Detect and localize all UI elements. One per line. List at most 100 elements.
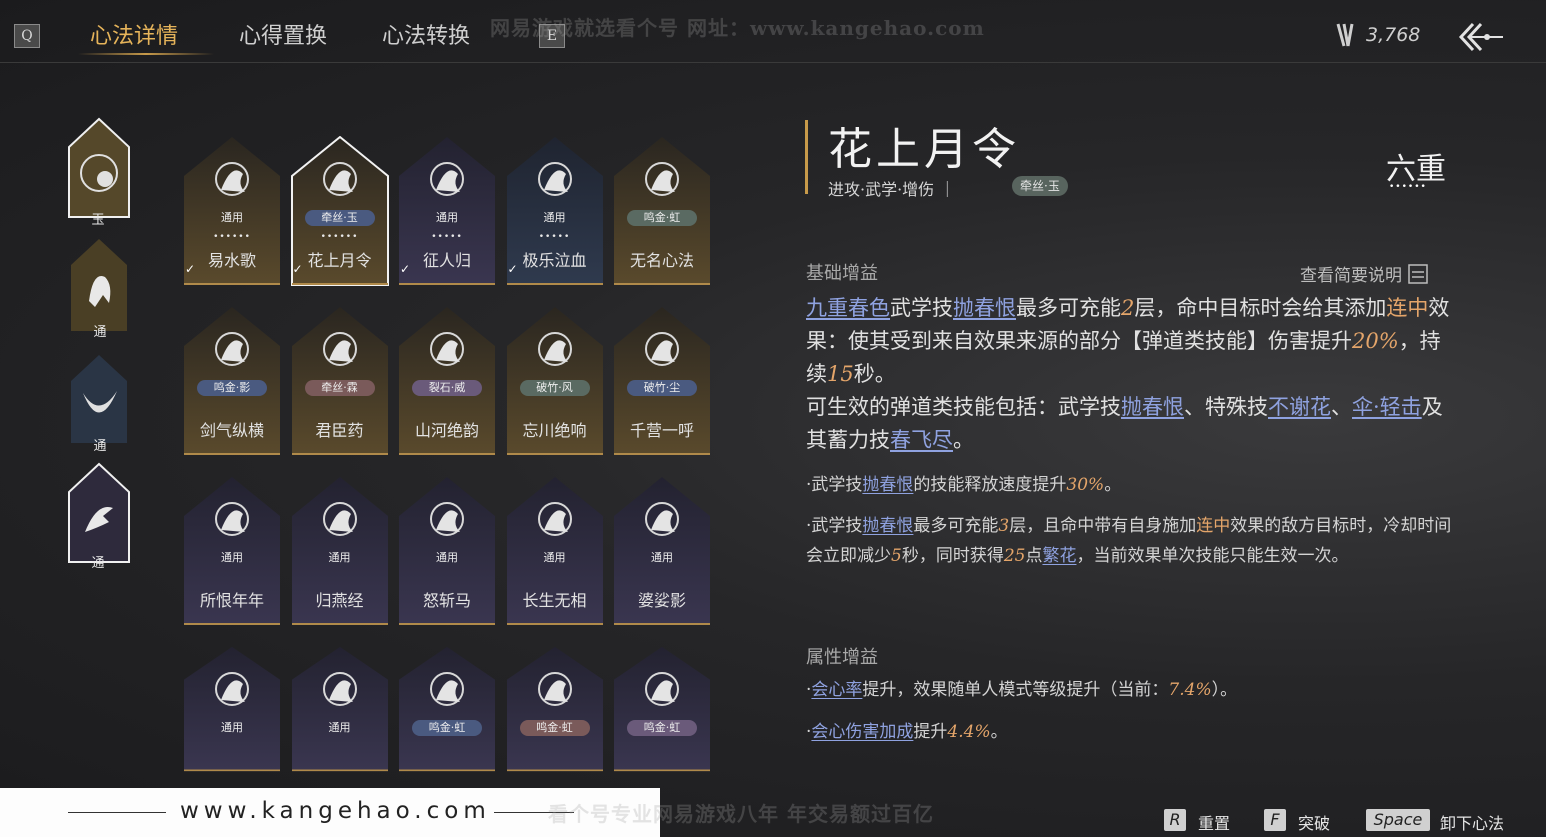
- detail-title: 花上月令: [828, 124, 1020, 175]
- method-name: 花上月令: [307, 251, 372, 270]
- method-art-icon: [430, 672, 464, 706]
- watermark-top: 网易游戏就选看个号 网址：www.kangehao.com: [490, 16, 985, 40]
- link-jiuchong: 九重春色: [806, 296, 890, 320]
- tab-convert[interactable]: 心法转换: [382, 18, 470, 50]
- side-slot-2[interactable]: 通: [69, 237, 131, 340]
- method-art-icon: [215, 332, 249, 366]
- active-tab-underline: [78, 53, 214, 55]
- method-card[interactable]: 通用: [183, 646, 281, 796]
- method-tag: 鸣金·影: [197, 380, 267, 396]
- key-f-hint[interactable]: F: [1264, 809, 1286, 831]
- method-tag: 通用: [543, 551, 566, 564]
- side-slot-1[interactable]: 玉: [67, 117, 130, 228]
- view-brief-label: 查看简要说明: [1300, 266, 1402, 286]
- method-art-icon: [322, 162, 357, 196]
- watermark-bottom: 看个号专业网易游戏八年 年交易额过百亿: [548, 802, 934, 826]
- rank-effect-2: ·武学技抛春恨最多可充能3层，且命中带有自身施加连中效果的敌方目标时，冷却时间会…: [806, 516, 1452, 566]
- key-r-hint[interactable]: R: [1164, 809, 1186, 831]
- method-card[interactable]: 牵丝·玉 •••••• 花上月令 ✓: [290, 136, 389, 286]
- method-art-icon: [322, 672, 357, 706]
- equipped-check-icon: ✓: [507, 262, 518, 276]
- method-card[interactable]: 通用 婆娑影: [613, 476, 711, 626]
- method-card[interactable]: 鸣金·虹: [613, 646, 711, 796]
- method-art-icon: [215, 502, 249, 536]
- method-card[interactable]: 通用 所恨年年: [183, 476, 281, 626]
- method-art-icon: [322, 502, 357, 536]
- method-tag: 通用: [328, 551, 351, 564]
- method-rank-dots: ••••••: [213, 232, 251, 242]
- method-card[interactable]: 牵丝·霖 君臣药: [291, 306, 389, 456]
- method-tag: 鸣金·虹: [627, 210, 697, 226]
- side-slot-label: 通: [93, 325, 107, 340]
- method-name: 极乐泣血: [522, 251, 587, 270]
- method-card[interactable]: 通用 ••••• 征人归 ✓: [398, 136, 496, 286]
- method-art-icon: [645, 162, 679, 196]
- method-card[interactable]: 破竹·尘 千营一呼: [613, 306, 711, 456]
- attr-effect-1: ·会心率提升，效果随单人模式等级提升（当前：7.4%）。: [806, 680, 1238, 700]
- side-slot-3[interactable]: 通: [69, 353, 131, 454]
- tab-exchange[interactable]: 心得置换: [239, 18, 327, 50]
- detail-badge: 牵丝·玉: [1012, 176, 1068, 196]
- method-name: 山河绝韵: [414, 421, 479, 440]
- method-art-icon: [645, 672, 679, 706]
- top-bar: Q 心法详情 心得置换 心法转换 E 网易游戏就选看个号 网址：www.kang…: [0, 0, 1546, 63]
- method-card[interactable]: 通用 长生无相: [506, 476, 604, 626]
- method-card[interactable]: 鸣金·虹: [506, 646, 604, 796]
- side-slot-label: 通: [91, 556, 105, 571]
- unequip-action[interactable]: 卸下心法: [1440, 810, 1504, 834]
- method-art-icon: [537, 332, 572, 366]
- method-name: 君臣药: [315, 421, 364, 440]
- view-brief-button[interactable]: 查看简要说明: [1300, 261, 1428, 286]
- method-tag: 鸣金·虹: [412, 720, 482, 736]
- method-tag: 牵丝·玉: [304, 210, 375, 226]
- currency-display: 3,768: [1334, 22, 1420, 48]
- method-art-icon: [430, 502, 464, 536]
- attr-effect-2: ·会心伤害加成提升4.4%。: [806, 722, 1008, 742]
- method-name: 所恨年年: [199, 591, 264, 610]
- method-tag: 破竹·风: [519, 380, 590, 396]
- method-tag: 通用: [328, 721, 351, 734]
- method-tag: 通用: [543, 211, 566, 224]
- method-art-icon: [537, 672, 572, 706]
- method-art-icon: [537, 502, 572, 536]
- method-name: 怒斩马: [422, 591, 471, 610]
- method-tag: 通用: [436, 211, 458, 224]
- breakthrough-action[interactable]: 突破: [1298, 810, 1330, 834]
- link-paochunhen: 抛春恨: [953, 296, 1016, 320]
- method-tag: 鸣金·虹: [519, 720, 590, 736]
- method-card[interactable]: 破竹·风 忘川绝响: [506, 306, 604, 456]
- method-card[interactable]: 通用 •••••• 易水歌 ✓: [183, 136, 281, 286]
- method-tag: 裂石·威: [412, 380, 482, 396]
- side-slot-label: 玉: [91, 213, 105, 228]
- key-space-hint[interactable]: Space: [1366, 809, 1430, 831]
- method-card[interactable]: 裂石·威山河绝韵: [398, 306, 496, 456]
- method-name: 长生无相: [522, 591, 587, 610]
- method-card[interactable]: 鸣金·虹 无名心法: [613, 136, 711, 286]
- key-q-hint[interactable]: Q: [14, 24, 40, 48]
- method-card[interactable]: 通用 怒斩马: [398, 476, 496, 626]
- method-name: 易水歌: [207, 251, 256, 270]
- back-arrow-icon[interactable]: [1457, 20, 1505, 54]
- bottom-url: www.kangehao.com: [180, 798, 491, 824]
- title-accent-bar: [805, 120, 808, 194]
- section-base-title: 基础增益: [806, 263, 878, 284]
- method-tag: 通用: [436, 551, 458, 564]
- method-tag: 通用: [221, 211, 243, 224]
- method-art-icon: [215, 672, 249, 706]
- method-card[interactable]: 通用 归燕经: [291, 476, 389, 626]
- divider: [68, 812, 166, 813]
- section-attr-title: 属性增益: [806, 647, 878, 668]
- equipped-check-icon: ✓: [292, 262, 303, 276]
- method-art-icon: [322, 332, 357, 366]
- method-card[interactable]: 通用 ••••• 极乐泣血 ✓: [506, 136, 604, 286]
- method-card[interactable]: 通用: [291, 646, 389, 796]
- method-tag: 通用: [221, 721, 243, 734]
- method-art-icon: [645, 502, 679, 536]
- reset-action[interactable]: 重置: [1198, 810, 1230, 834]
- side-slot-4[interactable]: 通: [67, 462, 130, 571]
- method-tag: 鸣金·虹: [627, 720, 697, 736]
- method-card[interactable]: 鸣金·影 剑气纵横: [183, 306, 281, 456]
- arrows-icon: [1336, 23, 1354, 47]
- tab-details[interactable]: 心法详情: [90, 18, 178, 50]
- method-card[interactable]: 鸣金·虹: [398, 646, 496, 796]
